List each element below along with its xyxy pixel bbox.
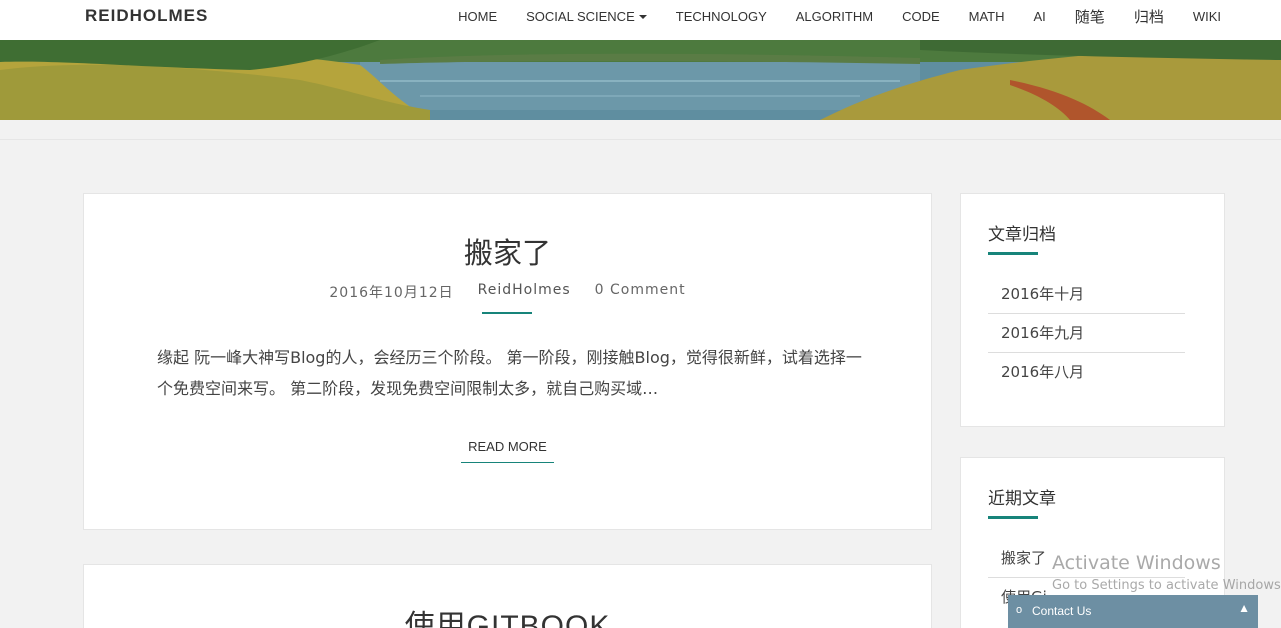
contact-label: Contact Us <box>1032 604 1092 618</box>
hero-divider <box>0 120 1281 140</box>
post-author[interactable]: ReidHolmes <box>478 282 571 302</box>
archive-list: 2016年十月 2016年九月 2016年八月 <box>988 275 1185 392</box>
site-brand[interactable]: REIDHOLMES <box>85 6 208 26</box>
nav-math[interactable]: MATH <box>969 9 1005 24</box>
hero-banner-image <box>0 40 1281 120</box>
archive-item[interactable]: 2016年十月 <box>988 275 1185 314</box>
archive-widget-title: 文章归档 <box>988 225 1056 245</box>
chevron-up-icon[interactable]: ▲ <box>1238 601 1250 615</box>
archive-widget: 文章归档 2016年十月 2016年九月 2016年八月 <box>960 193 1225 427</box>
read-more-button[interactable]: READ MORE <box>461 437 554 463</box>
widget-underline <box>988 252 1038 255</box>
post-title[interactable]: 使用GITBOOK <box>84 601 931 628</box>
nav-essays[interactable]: 随笔 <box>1075 6 1105 27</box>
post-comments[interactable]: 0 Comment <box>595 282 686 302</box>
meta-underline <box>482 312 532 314</box>
nav-home[interactable]: HOME <box>458 9 497 24</box>
recent-posts-title: 近期文章 <box>988 489 1056 509</box>
nav-social-science[interactable]: SOCIAL SCIENCE <box>526 9 647 24</box>
post-meta: 2016年10月12日 ReidHolmes 0 Comment <box>84 282 931 302</box>
lake-landscape-image <box>0 40 1281 120</box>
nav-ai[interactable]: AI <box>1034 9 1046 24</box>
contact-dot-icon: o <box>1016 604 1023 616</box>
nav-archive[interactable]: 归档 <box>1134 6 1164 27</box>
nav-algorithm[interactable]: ALGORITHM <box>796 9 873 24</box>
widget-underline <box>988 516 1038 519</box>
caret-down-icon <box>638 15 647 20</box>
nav-code[interactable]: CODE <box>902 9 940 24</box>
windows-activation-watermark: Activate Windows Go to Settings to activ… <box>1052 552 1281 593</box>
activation-subtitle: Go to Settings to activate Windows. <box>1052 578 1281 593</box>
contact-us-bar[interactable]: o Contact Us ▲ <box>1008 595 1258 628</box>
activation-title: Activate Windows <box>1052 552 1221 574</box>
post-title[interactable]: 搬家了 <box>84 230 931 272</box>
nav-technology[interactable]: TECHNOLOGY <box>676 9 767 24</box>
archive-item[interactable]: 2016年八月 <box>988 353 1185 392</box>
post-card: 使用GITBOOK <box>83 564 932 628</box>
top-navbar: REIDHOLMES HOME SOCIAL SCIENCE TECHNOLOG… <box>0 0 1281 40</box>
nav-wiki[interactable]: WIKI <box>1193 9 1221 24</box>
main-nav: HOME SOCIAL SCIENCE TECHNOLOGY ALGORITHM… <box>429 0 1221 32</box>
post-date: 2016年10月12日 <box>329 285 454 301</box>
post-card: 搬家了 2016年10月12日 ReidHolmes 0 Comment 缘起 … <box>83 193 932 530</box>
archive-item[interactable]: 2016年九月 <box>988 314 1185 353</box>
post-excerpt: 缘起 阮一峰大神写Blog的人，会经历三个阶段。 第一阶段，刚接触Blog，觉得… <box>157 348 862 398</box>
nav-social-science-label: SOCIAL SCIENCE <box>526 8 635 24</box>
